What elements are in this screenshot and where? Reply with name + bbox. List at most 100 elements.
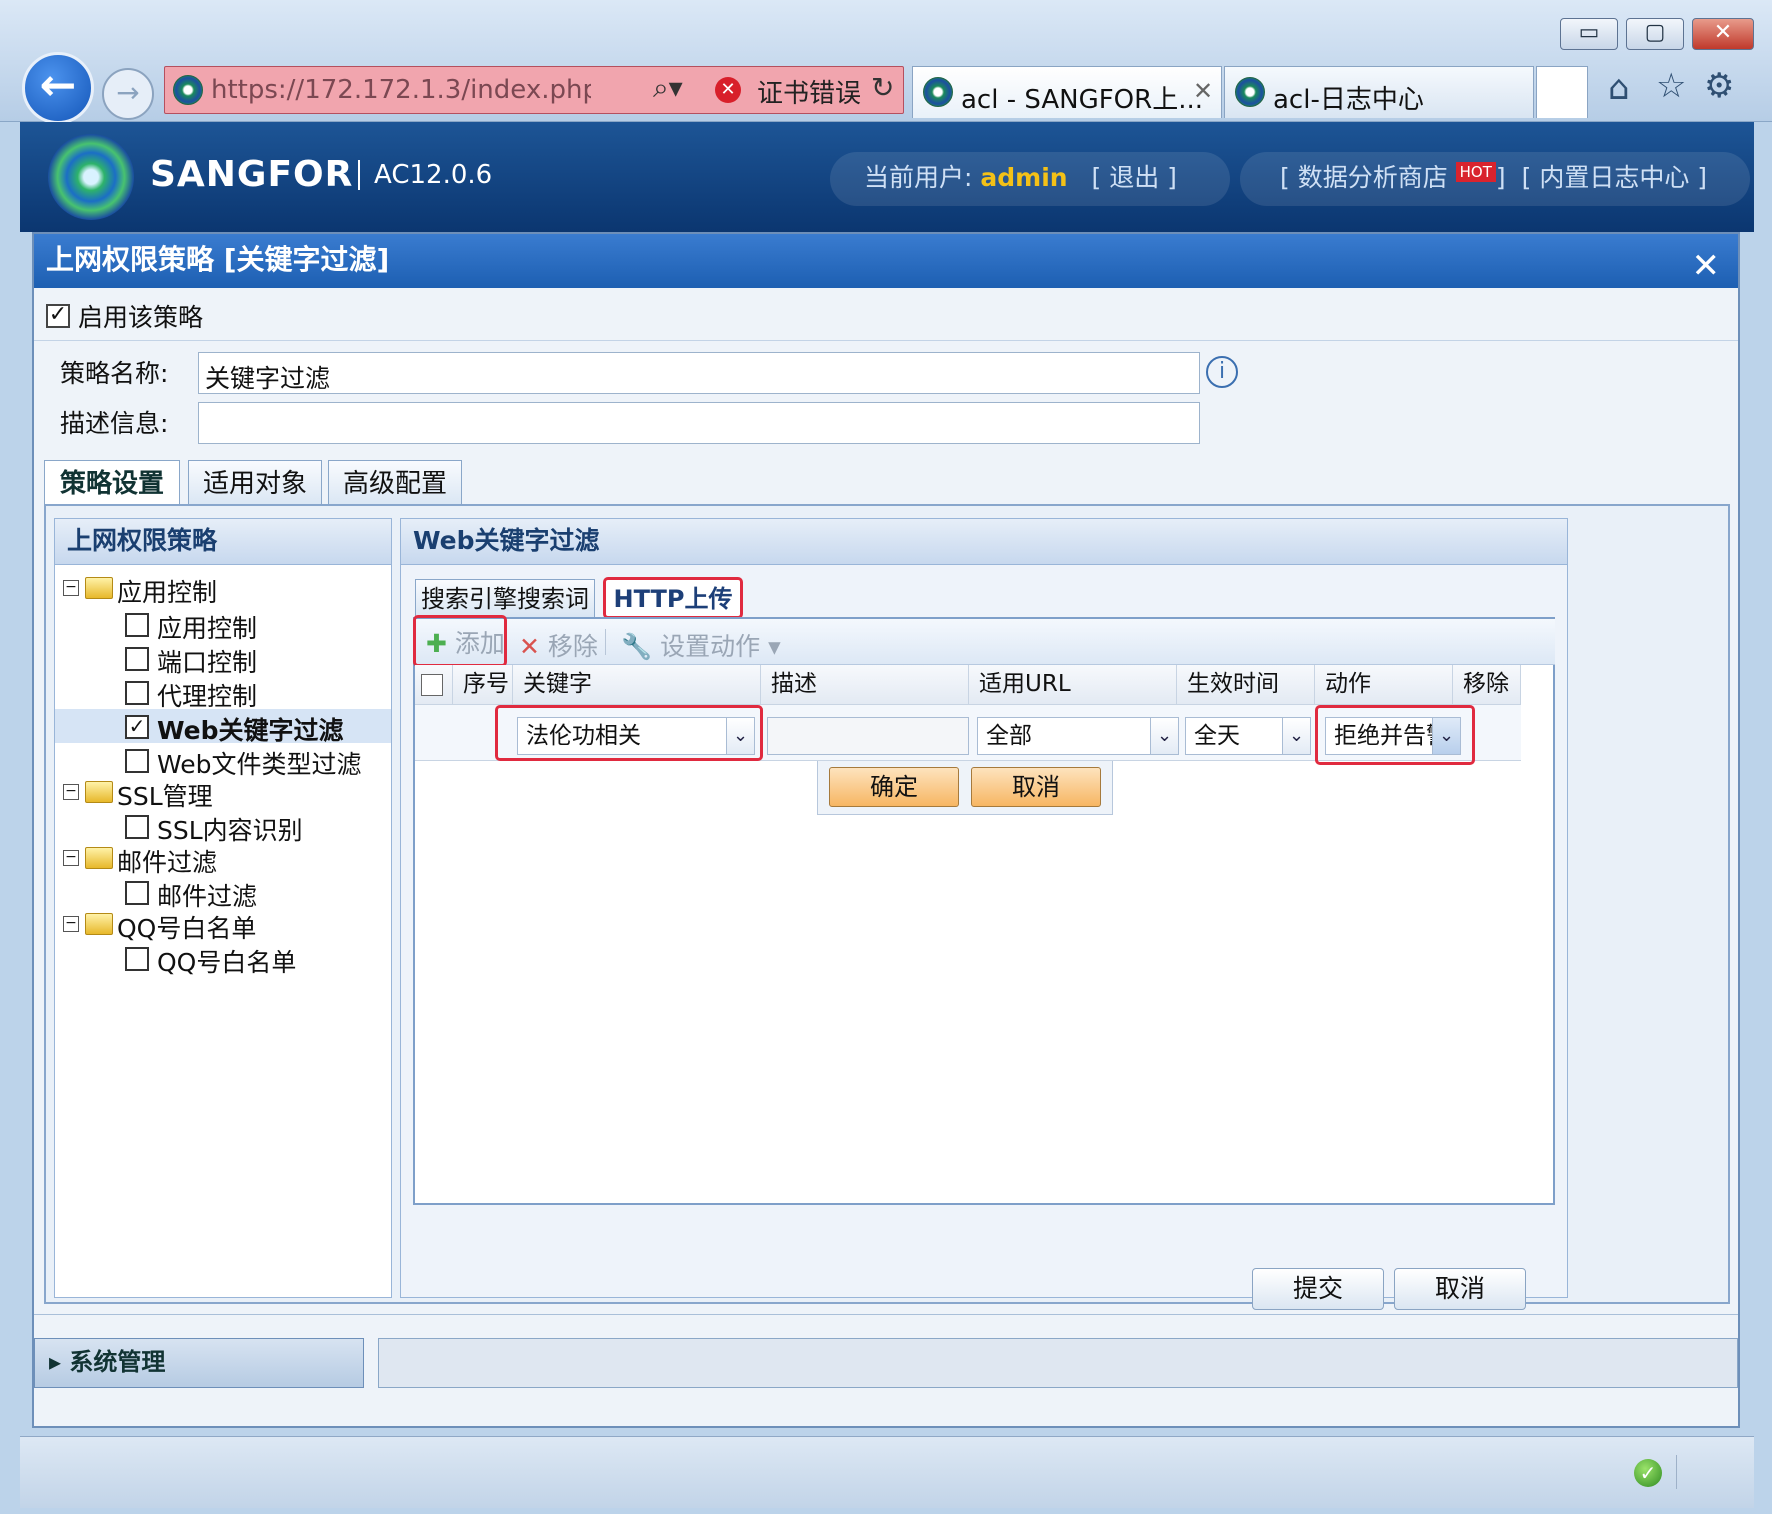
tab-label: acl - SANGFOR上... [961,85,1204,115]
set-action-button[interactable]: 🔧 设置动作 ▾ [621,627,781,663]
tree-item-web-keyword-filter[interactable]: ✓ Web关键字过滤 [55,709,391,745]
row-confirm-button[interactable]: 确定 [829,767,959,807]
url-text[interactable]: https://172.172.1.3/index.php?name_j [211,75,591,105]
data-shop-bracket: ] [1495,163,1506,192]
time-combo[interactable]: 全天 ⌄ [1185,717,1311,755]
home-icon[interactable]: ⌂ [1608,68,1630,108]
enable-policy-checkbox[interactable]: ✓ [46,304,70,328]
tab-log-center[interactable]: acl-日志中心 [1224,66,1534,118]
minimize-button[interactable]: ▭ [1560,18,1618,50]
user-label: 当前用户: [864,163,973,192]
col-seq[interactable]: 序号 [453,665,513,705]
checkbox[interactable] [125,613,149,637]
folder-icon [85,847,113,869]
maximize-button[interactable]: ▢ [1626,18,1684,50]
panel-title: Web关键字过滤 [401,519,1567,565]
tree-folder-ssl[interactable]: − SSL管理 [55,775,391,811]
col-keyword[interactable]: 关键字 [513,665,761,705]
tab-close-icon[interactable]: ✕ [1193,77,1213,105]
tree-item-qq-whitelist[interactable]: QQ号白名单 [55,941,391,977]
checkbox[interactable] [125,815,149,839]
tree-item-web-filetype-filter[interactable]: Web文件类型过滤 [55,743,391,779]
star-icon[interactable]: ☆ [1656,66,1686,106]
checkbox[interactable]: ✓ [125,715,149,739]
collapse-icon[interactable]: − [63,916,79,932]
collapse-icon[interactable]: − [63,784,79,800]
checkbox[interactable] [125,681,149,705]
policy-name-input[interactable]: 关键字过滤 [198,352,1200,394]
folder-icon [85,913,113,935]
tab-acl-sangfor[interactable]: acl - SANGFOR上... ✕ [912,66,1222,118]
tree-label: SSL管理 [117,782,213,811]
logout-link[interactable]: [ 退出 ] [1092,163,1177,192]
row-cancel-button[interactable]: 取消 [971,767,1101,807]
app-header: SANGFOR AC12.0.6 当前用户: admin [ 退出 ] [ 数据… [20,122,1754,232]
remove-button[interactable]: ✕ 移除 [519,627,598,663]
username: admin [980,163,1068,192]
caret-right-icon: ▸ [49,1348,62,1376]
log-center-link[interactable]: [ 内置日志中心 ] [1522,163,1707,192]
col-time[interactable]: 生效时间 [1177,665,1315,705]
tree-item-proxy-control[interactable]: 代理控制 [55,675,391,711]
cert-error-text[interactable]: 证书错误 [757,73,861,110]
policy-tree-panel: 上网权限策略 − 应用控制 应用控制 端口控制 代理控制 ✓ Web关键字过滤 W… [54,518,392,1298]
tree-folder-app-control[interactable]: − 应用控制 [55,571,391,607]
window-close-button[interactable]: ✕ [1692,18,1754,50]
system-management-menu[interactable]: ▸ 系统管理 [34,1338,364,1388]
col-action[interactable]: 动作 [1315,665,1453,705]
tree-item-mail-filter[interactable]: 邮件过滤 [55,875,391,911]
tree-item-app-control[interactable]: 应用控制 [55,607,391,643]
chevron-down-icon[interactable]: ⌄ [1432,718,1460,754]
tree-item-port-control[interactable]: 端口控制 [55,641,391,677]
tree-item-ssl-content[interactable]: SSL内容识别 [55,809,391,845]
refresh-icon[interactable]: ↻ [871,71,894,104]
col-description[interactable]: 描述 [761,665,969,705]
subtab-search-engine[interactable]: 搜索引擎搜索词 [415,579,595,619]
select-all-header[interactable] [415,665,453,705]
policy-settings-panel: 上网权限策略 − 应用控制 应用控制 端口控制 代理控制 ✓ Web关键字过滤 W… [44,504,1730,1304]
site-icon [1235,77,1265,107]
tree-folder-mail[interactable]: − 邮件过滤 [55,841,391,877]
subtab-http-upload[interactable]: HTTP上传 [603,577,743,619]
select-all-checkbox[interactable] [421,673,443,696]
search-icon[interactable]: ⌕▾ [653,71,683,105]
chevron-down-icon[interactable]: ⌄ [1282,718,1310,754]
new-tab-button[interactable] [1536,66,1588,118]
close-icon[interactable]: ✕ [1692,240,1721,292]
address-bar[interactable]: https://172.172.1.3/index.php?name_j ⌕▾ … [164,66,904,114]
tab-applicable-objects[interactable]: 适用对象 [188,460,322,508]
cancel-button[interactable]: 取消 [1394,1268,1526,1310]
tree-folder-qq[interactable]: − QQ号白名单 [55,907,391,943]
checkbox[interactable] [125,881,149,905]
collapse-icon[interactable]: − [63,580,79,596]
grid-toolbar: ✚ 添加 ✕ 移除 🔧 设置动作 ▾ [413,615,1555,667]
url-combo[interactable]: 全部 ⌄ [977,717,1179,755]
gear-icon[interactable]: ⚙ [1704,66,1734,106]
dialog-title-text: 上网权限策略 [关键字过滤] [46,243,390,276]
col-remove[interactable]: 移除 [1453,665,1521,705]
description-cell-input[interactable] [767,717,969,755]
bottom-bar [378,1338,1738,1388]
browser-status-bar: ✓ [20,1436,1754,1508]
checkbox[interactable] [125,947,149,971]
add-button[interactable]: ✚ 添加 [413,615,507,667]
keyword-combo[interactable]: 法伦功相关 ⌄ [517,717,755,755]
info-icon[interactable]: i [1206,356,1238,388]
tree-label: Web关键字过滤 [157,716,344,745]
collapse-icon[interactable]: − [63,850,79,866]
tab-policy-settings[interactable]: 策略设置 [44,460,180,510]
back-arrow-icon[interactable]: ← [22,52,94,124]
tab-advanced-config[interactable]: 高级配置 [328,460,462,508]
checkbox[interactable] [125,647,149,671]
chevron-down-icon[interactable]: ⌄ [726,718,754,754]
submit-button[interactable]: 提交 [1252,1268,1384,1310]
col-url[interactable]: 适用URL [969,665,1177,705]
site-icon [923,77,953,107]
chevron-down-icon[interactable]: ⌄ [1150,718,1178,754]
action-combo[interactable]: 拒绝并告警 ⌄ [1325,717,1461,755]
description-input[interactable] [198,402,1200,444]
forward-arrow-icon[interactable]: → [102,68,154,120]
tree-label: QQ号白名单 [117,914,257,943]
data-shop-link[interactable]: [ 数据分析商店 [1280,163,1448,192]
checkbox[interactable] [125,749,149,773]
